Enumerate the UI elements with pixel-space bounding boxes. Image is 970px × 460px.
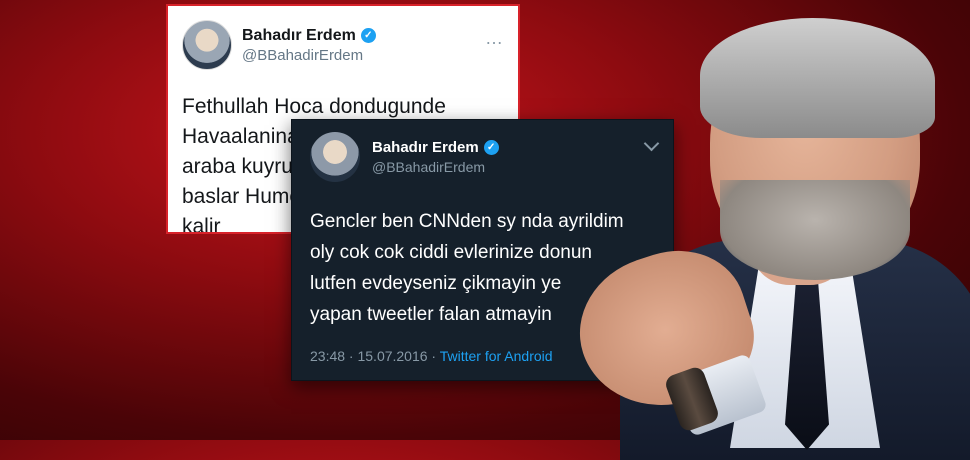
display-name[interactable]: Bahadır Erdem ✓ <box>372 139 499 156</box>
avatar[interactable] <box>182 20 232 70</box>
avatar[interactable] <box>310 132 360 182</box>
beard <box>720 180 910 280</box>
tweet-source-link[interactable]: Twitter for Android <box>440 348 553 364</box>
tweet-line: Fethullah Hoca dondugunde <box>182 95 446 118</box>
tweet-timestamp[interactable]: 23:48 · 15.07.2016 · <box>310 348 440 364</box>
display-name-text: Bahadır Erdem <box>242 26 356 44</box>
display-name[interactable]: Bahadır Erdem ✓ <box>242 27 376 45</box>
more-options-icon[interactable]: … <box>485 28 504 49</box>
handle[interactable]: @BBahadirErdem <box>242 47 376 64</box>
news-composite: Bahadır Erdem ✓ @BBahadirErdem … Fethull… <box>0 0 970 460</box>
display-name-text: Bahadır Erdem <box>372 139 479 156</box>
handle[interactable]: @BBahadirErdem <box>372 159 499 175</box>
hair <box>700 18 935 138</box>
man-photo <box>560 0 970 460</box>
tweet-header: Bahadır Erdem ✓ @BBahadirErdem <box>182 20 504 70</box>
verified-badge-icon: ✓ <box>483 140 499 155</box>
verified-badge-icon: ✓ <box>360 28 376 43</box>
